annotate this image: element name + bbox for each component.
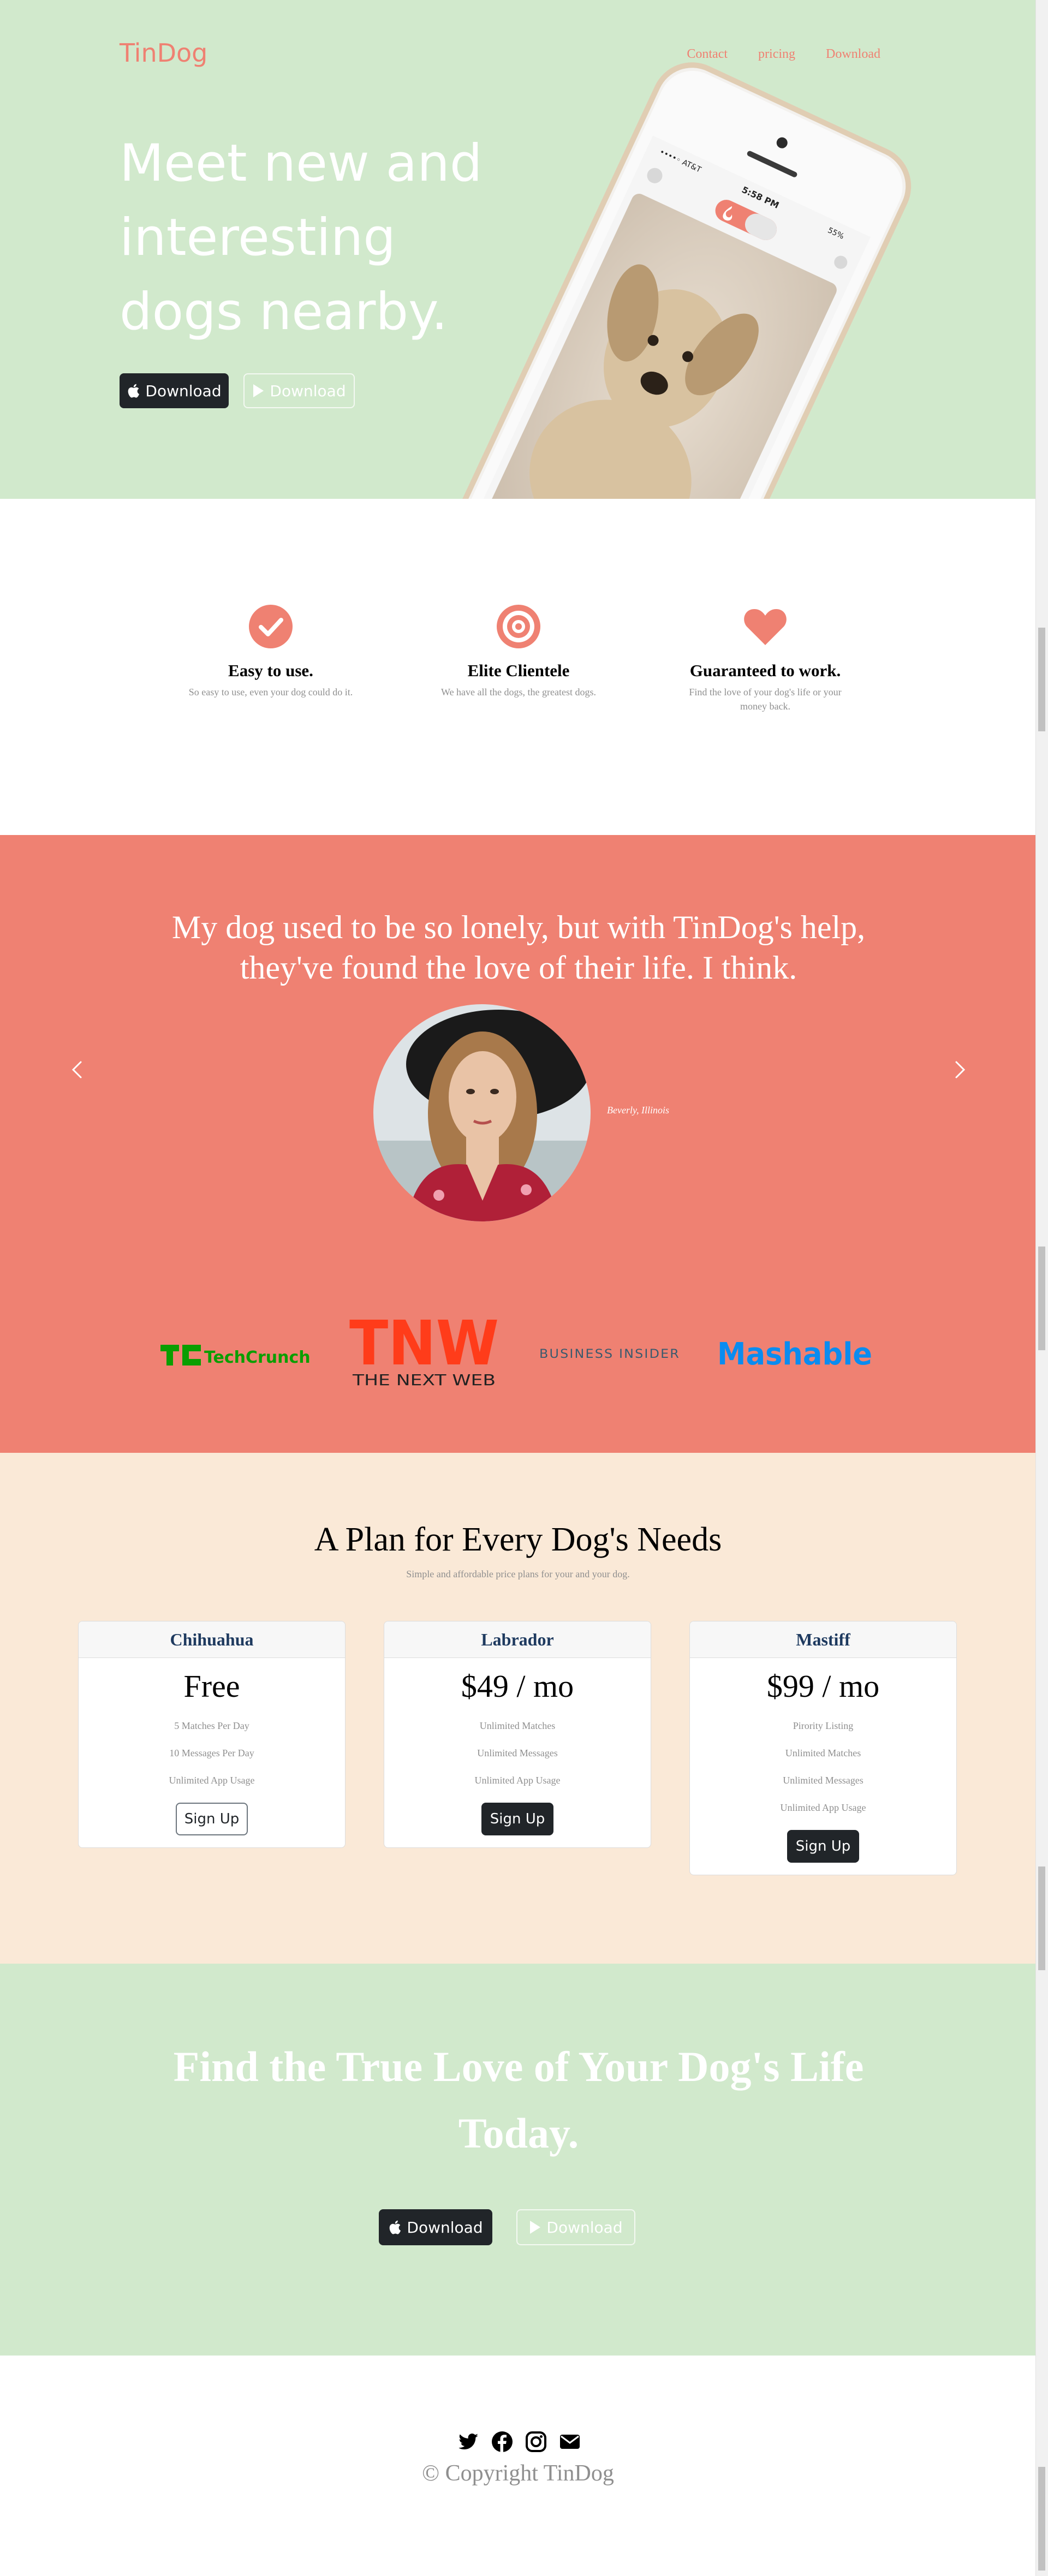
apple-icon <box>390 2220 401 2234</box>
plan-feature: Pirority Listing <box>793 1720 854 1731</box>
scrollbar-thumb[interactable] <box>1038 1247 1045 1350</box>
plan-feature: Unlimited App Usage <box>169 1775 255 1786</box>
check-circle-icon <box>249 605 293 648</box>
facebook-icon[interactable] <box>491 2431 513 2453</box>
plan-price: $99 / mo <box>766 1668 880 1704</box>
signup-button-chihuahua[interactable]: Sign Up <box>176 1803 248 1835</box>
business-insider-text: BUSINESS INSIDER <box>539 1347 680 1361</box>
heart-icon <box>744 609 787 645</box>
brand-logo[interactable]: TinDog <box>120 38 207 68</box>
mashable-logo: Mashable <box>717 1337 872 1372</box>
top-nav: Contact pricing Download <box>687 47 880 62</box>
social-links <box>457 2431 581 2453</box>
tnw-mark: TNW <box>349 1315 499 1379</box>
plan-name: Chihuahua <box>79 1621 345 1658</box>
cta-title: Find the True Love of Your Dog's Life To… <box>173 2043 864 2157</box>
plan-feature: Unlimited App Usage <box>474 1775 561 1786</box>
techcrunch-text: TechCrunch <box>204 1348 311 1367</box>
testimonial-quote: My dog used to be so lonely, but with Ti… <box>171 909 866 986</box>
feature-text: Find the love of your dog's life or your… <box>689 687 842 712</box>
business-insider-logo: BUSINESS INSIDER <box>539 1347 680 1361</box>
hero-apple-download-button[interactable]: Download <box>120 373 229 408</box>
chevron-right-icon[interactable] <box>949 1059 970 1081</box>
feature-easy: Easy to use. So easy to use, even your d… <box>183 604 358 699</box>
pricing-card-labrador: Labrador $49 / mo Unlimited Matches Unli… <box>384 1621 651 1848</box>
hero-apple-download-label: Download <box>145 381 222 400</box>
feature-text: We have all the dogs, the greatest dogs. <box>441 687 596 697</box>
scrollbar-thumb[interactable] <box>1038 1867 1045 1970</box>
plan-feature: Unlimited Messages <box>477 1748 558 1758</box>
hero-title: Meet new and interesting dogs nearby. <box>120 134 483 342</box>
tnw-text: THE NEXT WEB <box>352 1371 496 1389</box>
pricing-section: A Plan for Every Dog's Needs Simple and … <box>0 1453 1036 1964</box>
testimonial-avatar <box>373 1004 591 1221</box>
play-icon <box>253 384 264 397</box>
instagram-icon[interactable] <box>525 2431 547 2453</box>
testimonial-caption: Beverly, Illinois <box>607 1105 669 1116</box>
cta-apple-download-button[interactable]: Download <box>379 2209 492 2245</box>
plan-feature: Unlimited Messages <box>783 1775 864 1786</box>
plan-feature: 10 Messages Per Day <box>169 1748 254 1758</box>
plan-feature: 5 Matches Per Day <box>174 1720 249 1731</box>
page-scrollbar[interactable] <box>1035 0 1048 2576</box>
nav-download[interactable]: Download <box>826 47 880 62</box>
press-logos: TechCrunch TNW THE NEXT WEB BUSINESS INS… <box>0 1315 1036 1392</box>
plan-name: Mastiff <box>690 1621 956 1658</box>
cta-google-download-label: Download <box>546 2218 623 2237</box>
feature-text: So easy to use, even your dog could do i… <box>188 687 353 697</box>
plan-features: Unlimited Matches Unlimited Messages Unl… <box>384 1712 651 1794</box>
scrollbar-thumb[interactable] <box>1038 628 1045 731</box>
page: TinDog Contact pricing Download Meet new… <box>0 0 1036 2576</box>
hero-google-download-button[interactable]: Download <box>243 373 355 408</box>
plan-price: $49 / mo <box>461 1668 574 1704</box>
plan-name: Labrador <box>384 1621 651 1658</box>
feature-elite: Elite Clientele We have all the dogs, th… <box>431 604 606 699</box>
pricing-title: A Plan for Every Dog's Needs <box>314 1521 722 1558</box>
plan-feature: Unlimited Matches <box>785 1748 861 1758</box>
plan-feature: Unlimited App Usage <box>780 1802 866 1813</box>
twitter-icon[interactable] <box>457 2431 479 2453</box>
copyright-text: © Copyright TinDog <box>422 2461 614 2486</box>
tnw-logo: TNW THE NEXT WEB <box>349 1315 499 1389</box>
techcrunch-logo: TechCrunch <box>160 1345 311 1367</box>
features-section: Easy to use. So easy to use, even your d… <box>0 499 1036 835</box>
apple-icon <box>128 384 140 398</box>
signup-button-mastiff[interactable]: Sign Up <box>787 1830 859 1863</box>
cta-google-download-button[interactable]: Download <box>516 2209 635 2245</box>
feature-title: Easy to use. <box>228 661 313 680</box>
bullseye-icon <box>497 605 540 648</box>
mashable-text: Mashable <box>717 1337 872 1372</box>
cta-section: Find the True Love of Your Dog's Life To… <box>0 1964 1036 2356</box>
chevron-left-icon[interactable] <box>67 1059 88 1081</box>
pricing-card-chihuahua: Chihuahua Free 5 Matches Per Day 10 Mess… <box>78 1621 346 1848</box>
plan-features: 5 Matches Per Day 10 Messages Per Day Un… <box>79 1712 345 1794</box>
pricing-subtitle: Simple and affordable price plans for yo… <box>406 1569 630 1579</box>
footer-section: © Copyright TinDog <box>0 2356 1036 2576</box>
plan-price: Free <box>183 1668 240 1704</box>
play-icon <box>530 2221 541 2234</box>
testimonial-section: My dog used to be so lonely, but with Ti… <box>0 835 1036 1453</box>
signup-button-labrador[interactable]: Sign Up <box>481 1803 553 1835</box>
feature-title: Guaranteed to work. <box>689 661 841 680</box>
feature-guaranteed: Guaranteed to work. Find the love of you… <box>678 604 853 713</box>
hero-section: TinDog Contact pricing Download Meet new… <box>0 0 1036 499</box>
pricing-card-mastiff: Mastiff $99 / mo Pirority Listing Unlimi… <box>689 1621 957 1875</box>
nav-pricing[interactable]: pricing <box>758 47 795 62</box>
envelope-icon[interactable] <box>559 2431 581 2453</box>
scrollbar-thumb[interactable] <box>1038 2467 1045 2571</box>
cta-apple-download-label: Download <box>407 2218 483 2237</box>
hero-google-download-label: Download <box>270 381 346 400</box>
feature-title: Elite Clientele <box>467 661 570 680</box>
plan-feature: Unlimited Matches <box>479 1720 556 1731</box>
plan-features: Pirority Listing Unlimited Matches Unlim… <box>690 1712 956 1821</box>
